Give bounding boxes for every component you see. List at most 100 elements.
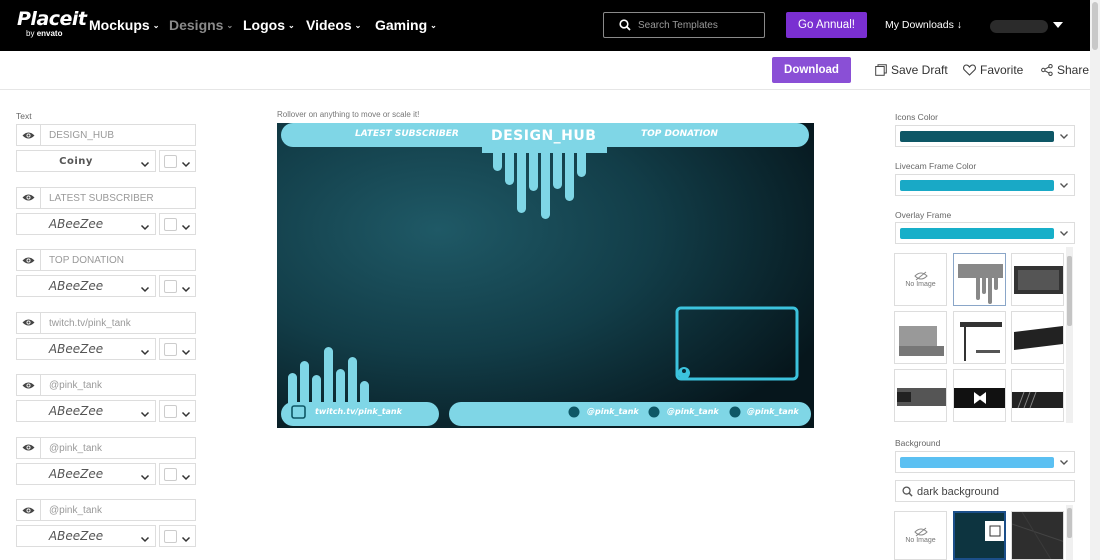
overlay-color-swatch (900, 228, 1054, 239)
eye-icon (22, 506, 35, 515)
nav-logos[interactable]: Logos ⌄ (243, 17, 295, 33)
chevron-down-icon (140, 469, 150, 487)
overlay-thumb-dark-panel[interactable] (1011, 253, 1064, 306)
chevron-down-icon (140, 406, 150, 424)
visibility-toggle[interactable] (16, 124, 40, 146)
my-downloads-link[interactable]: My Downloads ↓ (885, 19, 962, 31)
overlay-thumb-slant[interactable] (1011, 311, 1064, 364)
canvas-top-donation[interactable]: TOP DONATION (641, 129, 718, 139)
text-color-select[interactable] (159, 337, 196, 362)
text-layer-input[interactable]: @pink_tank (40, 374, 196, 396)
overlay-thumb-drip[interactable] (953, 253, 1006, 306)
overlay-thumb-stage[interactable] (953, 311, 1006, 364)
design-canvas[interactable]: LATEST SUBSCRIBER DESIGN_HUB TOP DONATIO… (277, 123, 814, 428)
nav-mockups[interactable]: Mockups ⌄ (89, 17, 159, 33)
download-button[interactable]: Download (772, 57, 851, 83)
chevron-down-icon: ⌄ (152, 21, 160, 30)
font-family-select[interactable]: ABeeZee (16, 275, 156, 297)
overlay-frame-color-select[interactable] (895, 222, 1075, 244)
nav-videos[interactable]: Videos ⌄ (306, 17, 361, 33)
background-thumb-teal[interactable] (953, 511, 1006, 560)
visibility-toggle[interactable] (16, 374, 40, 396)
chevron-down-icon (1060, 183, 1068, 188)
go-annual-button[interactable]: Go Annual! (786, 12, 867, 38)
text-color-select[interactable] (159, 212, 196, 237)
overlay-thumb-banner[interactable] (894, 369, 947, 422)
text-layer-row: DESIGN_HUB (16, 124, 196, 146)
chevron-down-icon (181, 344, 191, 362)
text-layer-input[interactable]: LATEST SUBSCRIBER (40, 186, 196, 209)
visibility-toggle[interactable] (16, 311, 40, 334)
overlay-thumb-chevron[interactable] (953, 369, 1006, 422)
font-name: ABeeZee (48, 341, 104, 356)
font-name: ABeeZee (48, 216, 104, 231)
visibility-toggle[interactable] (16, 186, 40, 209)
overlay-grey-box-preview (899, 326, 944, 356)
overlay-dark-panel-preview (1014, 266, 1063, 294)
overlay-thumb-stripes[interactable] (1011, 369, 1064, 422)
canvas-latest-subscriber[interactable]: LATEST SUBSCRIBER (355, 129, 459, 139)
chevron-down-icon (1060, 460, 1068, 465)
text-layer-input[interactable]: TOP DONATION (40, 249, 196, 271)
overlay-no-image[interactable]: No Image (894, 253, 947, 306)
nav-gaming[interactable]: Gaming ⌄ (375, 17, 437, 33)
chevron-down-icon (1060, 134, 1068, 139)
livecam-frame-color-select[interactable] (895, 174, 1075, 196)
overlay-gallery-scroll-thumb[interactable] (1067, 256, 1072, 326)
chevron-down-icon (140, 531, 150, 549)
font-family-select[interactable]: ABeeZee (16, 400, 156, 422)
icons-color-label: Icons Color (895, 112, 938, 122)
text-color-select[interactable] (159, 275, 196, 297)
search-input[interactable] (638, 17, 758, 33)
eye-icon (22, 256, 35, 265)
text-layer-input[interactable]: @pink_tank (40, 436, 196, 459)
canvas-social-facebook[interactable]: @pink_tank (587, 407, 639, 416)
text-layer-input[interactable]: @pink_tank (40, 499, 196, 521)
nav-designs[interactable]: Designs ⌄ (169, 17, 233, 33)
user-account-menu[interactable] (990, 19, 1063, 33)
visibility-toggle[interactable] (16, 249, 40, 271)
font-family-select[interactable]: ABeeZee (16, 462, 156, 487)
search-icon (619, 19, 631, 31)
text-color-swatch (164, 342, 177, 356)
text-color-select[interactable] (159, 150, 196, 172)
visibility-toggle[interactable] (16, 499, 40, 521)
save-draft-button[interactable]: Save Draft (875, 63, 948, 77)
chevron-down-icon (181, 219, 191, 237)
text-layer-row: @pink_tank (16, 499, 196, 521)
text-color-select[interactable] (159, 400, 196, 422)
background-no-image[interactable]: No Image (894, 511, 947, 560)
canvas-design-hub[interactable]: DESIGN_HUB (491, 128, 596, 144)
background-search-input[interactable] (917, 484, 1067, 499)
font-family-select[interactable]: Coiny (16, 150, 156, 172)
text-color-select[interactable] (159, 462, 196, 485)
chevron-down-icon (140, 281, 150, 299)
icons-color-select[interactable] (895, 125, 1075, 147)
background-gallery-scroll-thumb[interactable] (1067, 508, 1072, 538)
text-layer-input[interactable]: DESIGN_HUB (40, 124, 196, 146)
background-color-select[interactable] (895, 451, 1075, 473)
text-color-select[interactable] (159, 525, 196, 547)
text-layer-row: @pink_tank (16, 374, 196, 396)
visibility-toggle[interactable] (16, 436, 40, 459)
page-scrollbar-thumb[interactable] (1092, 2, 1098, 50)
canvas-social-twitter[interactable]: @pink_tank (667, 407, 719, 416)
background-thumb-dark-texture[interactable] (1011, 511, 1064, 560)
share-button[interactable]: Share (1041, 63, 1089, 77)
text-layer-input[interactable]: twitch.tv/pink_tank (40, 311, 196, 334)
favorite-button[interactable]: Favorite (963, 63, 1023, 77)
overlay-thumb-grey-box[interactable] (894, 311, 947, 364)
font-family-select[interactable]: ABeeZee (16, 212, 156, 237)
chevron-down-icon (140, 219, 150, 237)
overlay-drip-preview (958, 264, 1003, 304)
text-layer-row: TOP DONATION (16, 249, 196, 271)
page-scrollbar[interactable] (1090, 0, 1100, 560)
placeit-logo[interactable]: Placeit by envato (17, 9, 87, 38)
eye-icon (22, 443, 35, 452)
font-family-select[interactable]: ABeeZee (16, 525, 156, 547)
canvas-twitch-url[interactable]: twitch.tv/pink_tank (315, 407, 402, 416)
overlay-chevron-preview (954, 388, 1005, 408)
font-name: ABeeZee (48, 279, 104, 293)
font-family-select[interactable]: ABeeZee (16, 337, 156, 360)
canvas-social-youtube[interactable]: @pink_tank (747, 407, 799, 416)
